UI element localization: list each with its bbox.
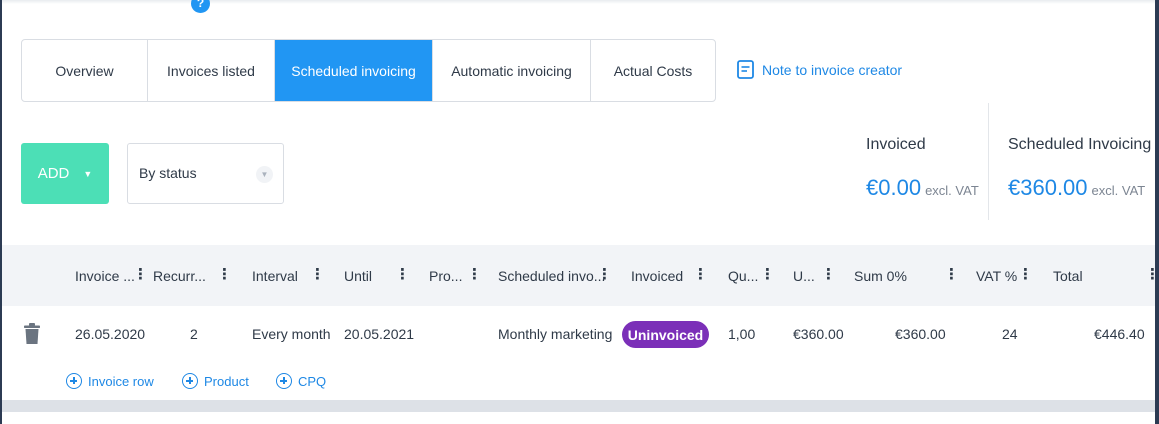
- plus-circle-icon: [182, 373, 198, 389]
- plus-circle-icon: [276, 373, 292, 389]
- column-menu-icon[interactable]: ⋮: [467, 267, 482, 283]
- column-header-sum[interactable]: Sum 0%: [854, 245, 907, 306]
- column-header-vat[interactable]: VAT %: [976, 245, 1017, 306]
- cell-invoice-date: 26.05.2020: [75, 326, 146, 342]
- cell-scheduled-invoice: Monthly marketing re: [498, 326, 616, 342]
- add-product-button[interactable]: Product: [182, 373, 249, 389]
- invoiced-summary: Invoiced €0.00 excl. VAT: [866, 103, 986, 220]
- column-header-unit-price[interactable]: U...: [793, 245, 815, 306]
- column-header-invoice-date[interactable]: Invoice ...: [75, 245, 135, 306]
- invoiced-amount-value: €0.00: [866, 175, 922, 200]
- scheduled-summary: Scheduled Invoicing €360.00 excl. VAT: [1008, 103, 1155, 220]
- top-edge-shadow: [0, 0, 1159, 4]
- status-badge: Uninvoiced: [622, 321, 709, 348]
- invoiced-summary-label: Invoiced: [866, 136, 926, 153]
- add-cpq-label: CPQ: [298, 373, 327, 389]
- tab-actual-costs[interactable]: Actual Costs: [591, 40, 715, 101]
- cell-interval: Every month: [252, 326, 331, 342]
- help-icon[interactable]: ?: [191, 0, 210, 13]
- cell-unit-price: €360.00: [793, 326, 844, 342]
- column-menu-icon[interactable]: ⋮: [395, 267, 410, 283]
- column-menu-icon[interactable]: ⋮: [693, 267, 708, 283]
- table-row: 26.05.2020 2 Every month 20.05.2021 Mont…: [2, 306, 1155, 362]
- column-menu-icon[interactable]: ⋮: [944, 267, 959, 283]
- tab-scheduled-invoicing[interactable]: Scheduled invoicing: [275, 40, 433, 101]
- column-menu-icon[interactable]: ⋮: [1145, 267, 1159, 283]
- column-header-invoiced[interactable]: Invoiced: [631, 245, 683, 306]
- add-button-label: ADD: [37, 165, 70, 182]
- tab-invoices-listed[interactable]: Invoices listed: [148, 40, 275, 101]
- column-header-scheduled-invoice[interactable]: Scheduled invo...: [498, 245, 605, 306]
- cell-until: 20.05.2021: [344, 326, 415, 342]
- caret-down-icon: ▼: [83, 168, 93, 179]
- scheduled-summary-label: Scheduled Invoicing: [1008, 136, 1152, 153]
- chevron-down-icon: ▼: [256, 166, 273, 183]
- trash-icon[interactable]: [24, 323, 40, 344]
- column-menu-icon[interactable]: ⋮: [760, 267, 775, 283]
- column-menu-icon[interactable]: ⋮: [1018, 267, 1033, 283]
- add-product-label: Product: [204, 373, 249, 389]
- column-menu-icon[interactable]: ⋮: [821, 267, 836, 283]
- column-menu-icon[interactable]: ⋮: [597, 267, 612, 283]
- note-icon: [737, 60, 754, 79]
- scheduled-amount-suffix: excl. VAT: [1091, 183, 1146, 198]
- status-filter-select[interactable]: By status ▼: [127, 143, 284, 204]
- column-header-total[interactable]: Total: [1053, 245, 1083, 306]
- table-footer-bar: [2, 400, 1155, 412]
- row-actions: Invoice row Product CPQ: [2, 362, 1155, 400]
- table-header: Invoice ... ⋮ Recurr... ⋮ Interval ⋮ Unt…: [2, 245, 1159, 306]
- column-header-quantity[interactable]: Qu...: [728, 245, 758, 306]
- cell-sum: €360.00: [895, 326, 946, 342]
- cell-recurrences: 2: [190, 326, 198, 342]
- note-link-label: Note to invoice creator: [762, 61, 903, 78]
- invoiced-amount-suffix: excl. VAT: [925, 183, 979, 198]
- column-header-interval[interactable]: Interval: [252, 245, 298, 306]
- status-filter-value: By status: [139, 165, 197, 181]
- scheduled-amount-value: €360.00: [1008, 175, 1088, 200]
- add-button[interactable]: ADD ▼: [21, 143, 109, 204]
- column-header-product[interactable]: Pro...: [429, 245, 462, 306]
- invoice-tabs: Overview Invoices listed Scheduled invoi…: [21, 39, 716, 102]
- add-invoice-row-label: Invoice row: [88, 373, 154, 389]
- invoiced-summary-amount: €0.00 excl. VAT: [866, 175, 979, 201]
- column-header-recurrences[interactable]: Recurr...: [153, 245, 206, 306]
- summary-divider: [988, 103, 989, 220]
- column-menu-icon[interactable]: ⋮: [310, 267, 325, 283]
- plus-circle-icon: [66, 373, 82, 389]
- add-cpq-button[interactable]: CPQ: [276, 373, 326, 389]
- cell-total: €446.40: [1094, 326, 1145, 342]
- add-invoice-row-button[interactable]: Invoice row: [66, 373, 154, 389]
- note-to-invoice-creator-link[interactable]: Note to invoice creator: [737, 60, 902, 79]
- column-menu-icon[interactable]: ⋮: [133, 267, 148, 283]
- tab-automatic-invoicing[interactable]: Automatic invoicing: [433, 40, 591, 101]
- window-right-border: [1155, 0, 1159, 424]
- scheduled-summary-amount: €360.00 excl. VAT: [1008, 175, 1145, 201]
- column-menu-icon[interactable]: ⋮: [217, 267, 232, 283]
- column-header-until[interactable]: Until: [344, 245, 372, 306]
- cell-quantity: 1,00: [728, 326, 756, 342]
- cell-vat: 24: [1002, 326, 1018, 342]
- tab-overview[interactable]: Overview: [22, 40, 148, 101]
